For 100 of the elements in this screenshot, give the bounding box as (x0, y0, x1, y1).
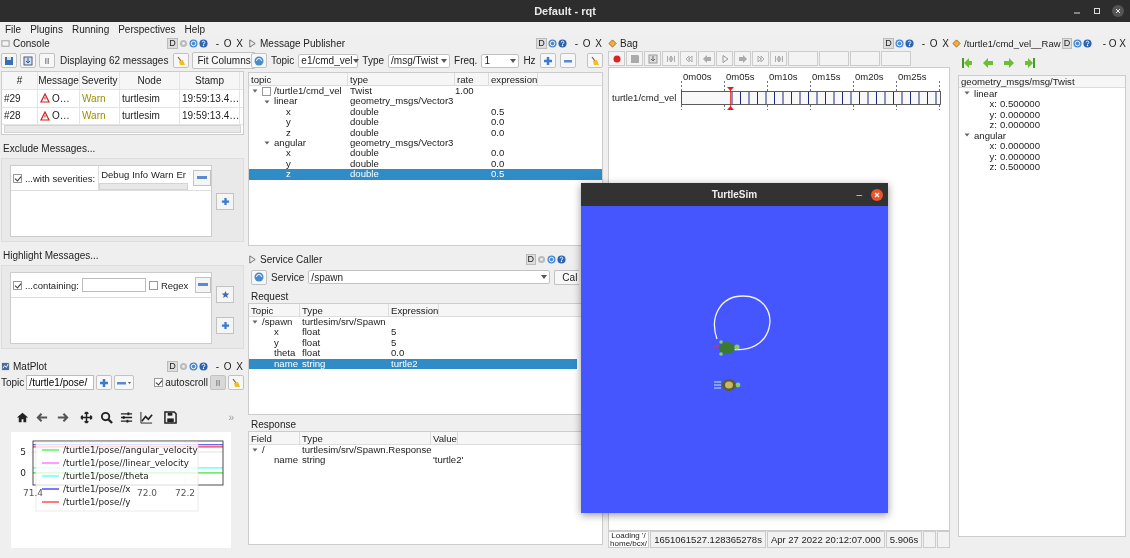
status-text: 1651061527.128365278s (650, 531, 766, 548)
field-name: theta (274, 348, 296, 359)
field-type: geometry_msgs/Vector3 (349, 137, 455, 149)
field-type: double (349, 117, 380, 128)
legend-label: /turtle1/pose//y (63, 497, 131, 507)
axis-tick-label: 0 (20, 467, 26, 478)
field-type: geometry_msgs/Vector3 (349, 96, 455, 107)
topic-label: Topic (1, 377, 25, 388)
cell-text: #29 (4, 92, 21, 104)
panel-title: MatPlot (13, 361, 47, 372)
field-type: double (349, 127, 380, 138)
time-tick-label: 0m00s (682, 71, 713, 82)
panel-title: /turtle1/cmd_vel__Raw (964, 38, 1061, 49)
axis-tick-label: 71.4 (23, 488, 43, 498)
window-title: TurtleSim (711, 189, 758, 200)
filter-label: ...containing: (25, 279, 79, 291)
time-tick-label: 0m20s (854, 71, 885, 82)
field-name: x (286, 148, 291, 159)
legend-label: /turtle1/pose//theta (63, 471, 149, 481)
time-tick-label: 0m10s (768, 71, 799, 82)
field-name: y: (988, 108, 997, 120)
cell-text: Warn (82, 110, 106, 122)
window-title: Default - rqt (534, 5, 596, 17)
status-text: Loading '/ home/bcx/ (608, 531, 650, 548)
field-value: 0.000000 (1000, 119, 1040, 131)
cell-text: Warn (82, 92, 106, 104)
field-type: double (349, 169, 380, 180)
rate-value: 1.00 (455, 86, 475, 97)
section-title: Request (250, 289, 290, 303)
axis-tick-label: 72.2 (175, 488, 195, 498)
field-name: linear (274, 96, 298, 107)
field-name: / (262, 445, 265, 456)
field-name: linear (974, 87, 998, 99)
field-name: z: (988, 119, 997, 131)
field-name: y (274, 337, 279, 349)
status-text: Apr 27 2022 20:12:07.000 (766, 531, 885, 548)
cell-text: 19:59:13.4… (182, 110, 239, 122)
cell-text: #28 (4, 110, 21, 122)
field-value: 0.000000 (1000, 150, 1040, 162)
field-type: string (301, 358, 327, 369)
field-name: y (286, 117, 291, 128)
unit-label: Hz (523, 55, 536, 66)
cell-text: O… (52, 92, 70, 104)
type-label: Type (362, 55, 385, 66)
axis-tick-label: 72.0 (137, 488, 157, 498)
field-name: name (274, 455, 298, 466)
field-name: z (286, 127, 291, 138)
field-type: turtlesim/srv/Spawn (301, 317, 387, 328)
panel-title: Service Caller (260, 254, 323, 265)
axis-tick-label: 5 (20, 446, 26, 457)
field-type: turtlesim/srv/Spawn.Response (301, 445, 431, 456)
checkbox-label: Regex (160, 279, 189, 291)
time-tick-label: 0m15s (811, 71, 842, 82)
status-text: 5.906s (885, 531, 923, 548)
topic-label: Topic (271, 55, 295, 66)
field-name: /turtle1/cmd_vel (274, 86, 342, 97)
field-value: 0.500000 (1000, 98, 1040, 110)
field-value: 0.500000 (1000, 161, 1040, 173)
field-name: /spawn (262, 317, 293, 328)
message-count: Displaying 62 messages (60, 55, 169, 66)
field-name: x (274, 327, 279, 338)
field-type: float (301, 348, 322, 359)
time-tick-label: 0m25s (897, 71, 928, 82)
legend-label: /turtle1/pose//angular_velocity (63, 445, 198, 455)
service-label: Service (271, 271, 305, 283)
field-name: name (274, 358, 298, 369)
field-type: double (349, 148, 379, 159)
cell-text: O… (52, 110, 70, 122)
field-name: x: (989, 140, 997, 152)
cell-text: turtlesim (122, 110, 160, 122)
field-type: float (301, 327, 321, 338)
time-tick-label: 0m05s (725, 71, 756, 82)
checkbox-label: autoscroll (165, 377, 208, 388)
field-name: angular (274, 137, 306, 149)
field-name: y: (988, 150, 997, 162)
panel-title: Message Publisher (260, 38, 346, 49)
panel-title: Console (13, 38, 50, 49)
field-name: y (286, 158, 291, 170)
field-type: Twist (349, 86, 373, 97)
field-type: double (349, 158, 380, 170)
field-value: 0.000000 (1000, 140, 1040, 152)
field-name: z: (988, 161, 997, 173)
filter-label: ...with severities: (25, 172, 96, 184)
cell-text: 19:59:13.4… (182, 92, 239, 104)
field-name: z (286, 169, 291, 180)
legend-label: /turtle1/pose//linear_velocity (63, 458, 190, 468)
field-type: string (301, 455, 326, 466)
field-name: x (286, 106, 291, 118)
field-value: 'turtle2' (432, 455, 464, 466)
field-type: double (349, 106, 379, 118)
topic-label: turtle1/cmd_vel (611, 92, 678, 103)
field-value: 0.000000 (1000, 108, 1040, 120)
panel-title: Bag (620, 38, 638, 49)
section-title: Exclude Messages... (3, 143, 97, 154)
field-name: x: (988, 98, 997, 110)
section-title: Highlight Messages... (3, 250, 100, 261)
field-type: float (301, 337, 322, 349)
cell-text: turtlesim (122, 92, 160, 104)
field-name: angular (974, 129, 1006, 141)
frequency-label: Freq. (454, 55, 478, 66)
